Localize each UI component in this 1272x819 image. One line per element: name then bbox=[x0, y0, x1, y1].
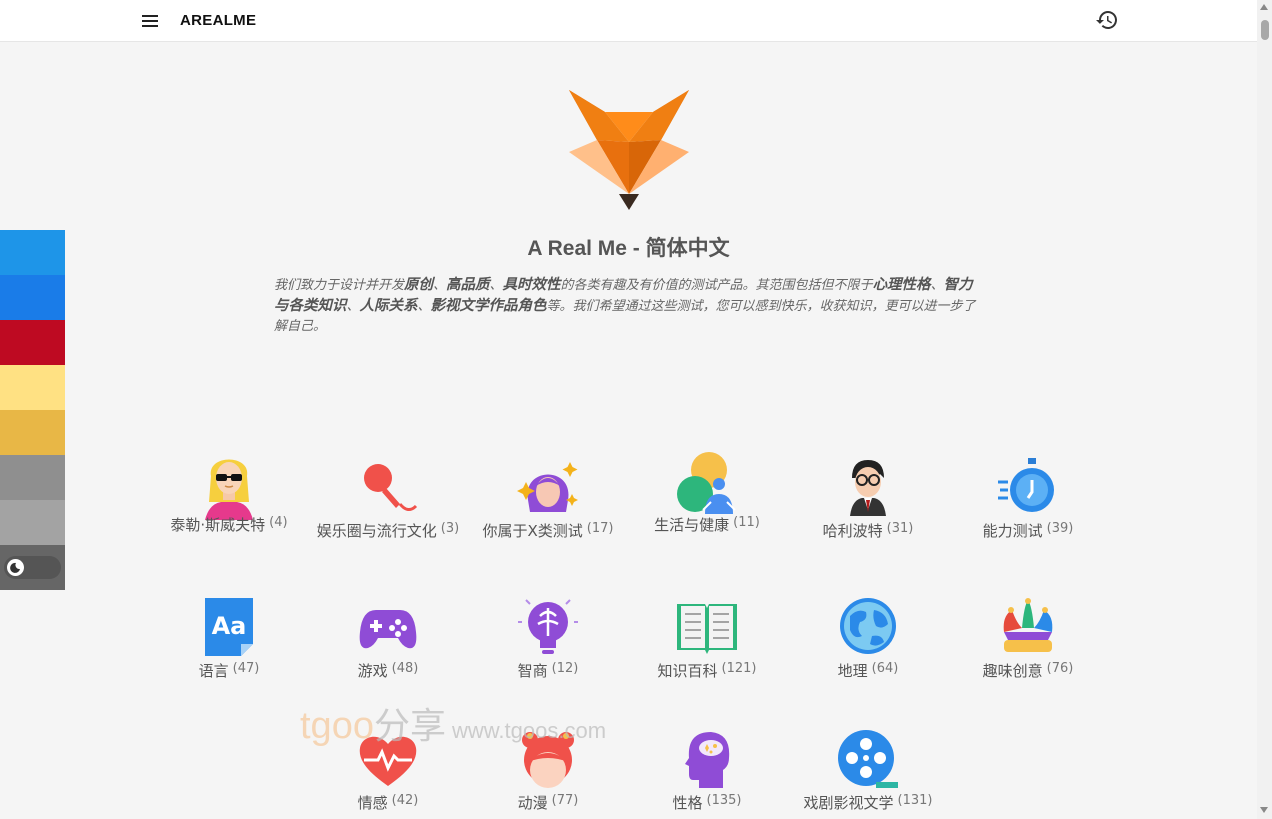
theme-swatch-6[interactable] bbox=[0, 455, 65, 500]
watermark: tgoo分享 www.tgoos.com bbox=[300, 697, 606, 749]
category-count: (12) bbox=[551, 661, 579, 676]
category-label: 哈利波特 bbox=[822, 522, 883, 540]
description-text: 我们致力于设计并开发 bbox=[274, 278, 405, 293]
category-drama-film-literature[interactable]: 戏剧影视文学 (131) bbox=[783, 728, 953, 813]
dark-mode-toggle[interactable] bbox=[4, 556, 61, 579]
description-text: 、 bbox=[346, 299, 360, 314]
book-icon bbox=[675, 596, 739, 660]
hamburger-menu-icon[interactable] bbox=[140, 12, 160, 30]
scroll-up-arrow-icon[interactable] bbox=[1260, 4, 1268, 10]
category-count: (76) bbox=[1046, 661, 1074, 676]
category-label: 泰勒·斯威夫特 bbox=[170, 516, 266, 534]
category-label: 地理 bbox=[837, 662, 868, 680]
category-harry-potter[interactable]: 哈利波特 (31) bbox=[783, 456, 953, 541]
theme-color-picker bbox=[0, 230, 65, 545]
scroll-thumb[interactable] bbox=[1261, 20, 1269, 40]
page-title: A Real Me - 简体中文 bbox=[527, 237, 730, 260]
jester-hat-icon bbox=[996, 596, 1060, 660]
category-count: (31) bbox=[886, 521, 914, 536]
category-count: (64) bbox=[871, 661, 899, 676]
category-label: 性格 bbox=[672, 794, 703, 812]
theme-swatch-5[interactable] bbox=[0, 410, 65, 455]
svg-text:Aa: Aa bbox=[212, 612, 247, 640]
theme-swatch-2[interactable] bbox=[0, 275, 65, 320]
category-entertainment[interactable]: 娱乐圈与流行文化 (3) bbox=[303, 456, 473, 541]
category-life-health[interactable]: 生活与健康 (11) bbox=[622, 450, 792, 535]
description-highlight: 心理性格 bbox=[872, 277, 931, 293]
stopwatch-icon bbox=[996, 456, 1060, 520]
category-taylor-swift[interactable]: 泰勒·斯威夫特 (4) bbox=[144, 450, 314, 535]
category-count: (17) bbox=[586, 521, 614, 536]
category-fun-creative[interactable]: 趣味创意 (76) bbox=[943, 596, 1113, 681]
category-geography[interactable]: 地理 (64) bbox=[783, 596, 953, 681]
category-iq[interactable]: 智商 (12) bbox=[463, 596, 633, 681]
theme-swatch-7[interactable] bbox=[0, 500, 65, 545]
globe-icon bbox=[836, 596, 900, 660]
history-icon[interactable] bbox=[1095, 8, 1119, 32]
theme-swatch-4[interactable] bbox=[0, 365, 65, 410]
category-count: (121) bbox=[721, 661, 757, 676]
category-ability[interactable]: 能力测试 (39) bbox=[943, 456, 1113, 541]
language-icon: Aa bbox=[197, 596, 261, 660]
description-highlight: 人际关系 bbox=[359, 298, 418, 314]
top-bar: AREALME bbox=[0, 0, 1257, 42]
category-language[interactable]: Aa 语言 (47) bbox=[144, 596, 314, 681]
category-label: 你属于X类测试 bbox=[482, 522, 583, 540]
category-games[interactable]: 游戏 (48) bbox=[303, 596, 473, 681]
category-label: 智商 bbox=[517, 662, 548, 680]
fox-logo-icon bbox=[567, 88, 691, 212]
category-count: (47) bbox=[232, 661, 260, 676]
microphone-icon bbox=[356, 456, 420, 520]
scrollbar[interactable] bbox=[1257, 0, 1272, 819]
scroll-down-arrow-icon[interactable] bbox=[1260, 807, 1268, 813]
dark-mode-toggle-area bbox=[0, 545, 65, 590]
sparkle-girl-icon bbox=[516, 456, 580, 520]
category-count: (131) bbox=[897, 793, 933, 808]
description-highlight: 影视文学作品角色 bbox=[430, 298, 547, 314]
category-label: 语言 bbox=[198, 662, 229, 680]
gamepad-icon bbox=[356, 596, 420, 660]
category-count: (4) bbox=[269, 515, 288, 530]
category-personality[interactable]: 性格 (135) bbox=[622, 728, 792, 813]
category-label: 趣味创意 bbox=[982, 662, 1043, 680]
description-text: 、 bbox=[433, 278, 447, 293]
category-label: 游戏 bbox=[357, 662, 388, 680]
personality-head-icon bbox=[675, 728, 739, 792]
description-highlight: 高品质 bbox=[446, 277, 490, 293]
description-text: 的各类有趣及有价值的测试产品。其范围包括但不限于 bbox=[560, 278, 873, 293]
description-text: 、 bbox=[930, 278, 944, 293]
description-text: 、 bbox=[417, 299, 431, 314]
brain-bulb-icon bbox=[516, 596, 580, 660]
category-count: (42) bbox=[391, 793, 419, 808]
category-which-type[interactable]: 你属于X类测试 (17) bbox=[463, 456, 633, 541]
taylor-swift-icon bbox=[197, 450, 261, 520]
category-count: (48) bbox=[391, 661, 419, 676]
category-count: (77) bbox=[551, 793, 579, 808]
watermark-brand-cn: 分享 bbox=[373, 705, 446, 746]
category-label: 生活与健康 bbox=[654, 516, 730, 534]
description-highlight: 原创 bbox=[404, 277, 434, 293]
category-label: 娱乐圈与流行文化 bbox=[316, 522, 437, 540]
harry-potter-icon bbox=[836, 456, 900, 520]
description-highlight: 具时效性 bbox=[502, 277, 561, 293]
category-count: (11) bbox=[733, 515, 760, 530]
description-text: 、 bbox=[489, 278, 503, 293]
watermark-url: www.tgoos.com bbox=[451, 718, 607, 743]
site-description: 我们致力于设计并开发原创、高品质、具时效性的各类有趣及有价值的测试产品。其范围包… bbox=[274, 275, 982, 337]
category-encyclopedia[interactable]: 知识百科 (121) bbox=[622, 596, 792, 681]
moon-icon bbox=[7, 559, 24, 576]
watermark-brand: tgoo bbox=[300, 705, 374, 747]
site-brand[interactable]: AREALME bbox=[180, 12, 256, 29]
lifestyle-icon bbox=[675, 450, 739, 514]
category-label: 能力测试 bbox=[982, 522, 1043, 540]
category-label: 知识百科 bbox=[657, 662, 718, 680]
category-count: (3) bbox=[440, 521, 460, 536]
film-reel-icon bbox=[836, 728, 900, 792]
theme-swatch-3[interactable] bbox=[0, 320, 65, 365]
category-label: 动漫 bbox=[517, 794, 548, 812]
category-label: 情感 bbox=[357, 794, 388, 812]
category-count: (135) bbox=[706, 793, 742, 808]
category-count: (39) bbox=[1046, 521, 1074, 536]
category-label: 戏剧影视文学 bbox=[803, 794, 894, 812]
